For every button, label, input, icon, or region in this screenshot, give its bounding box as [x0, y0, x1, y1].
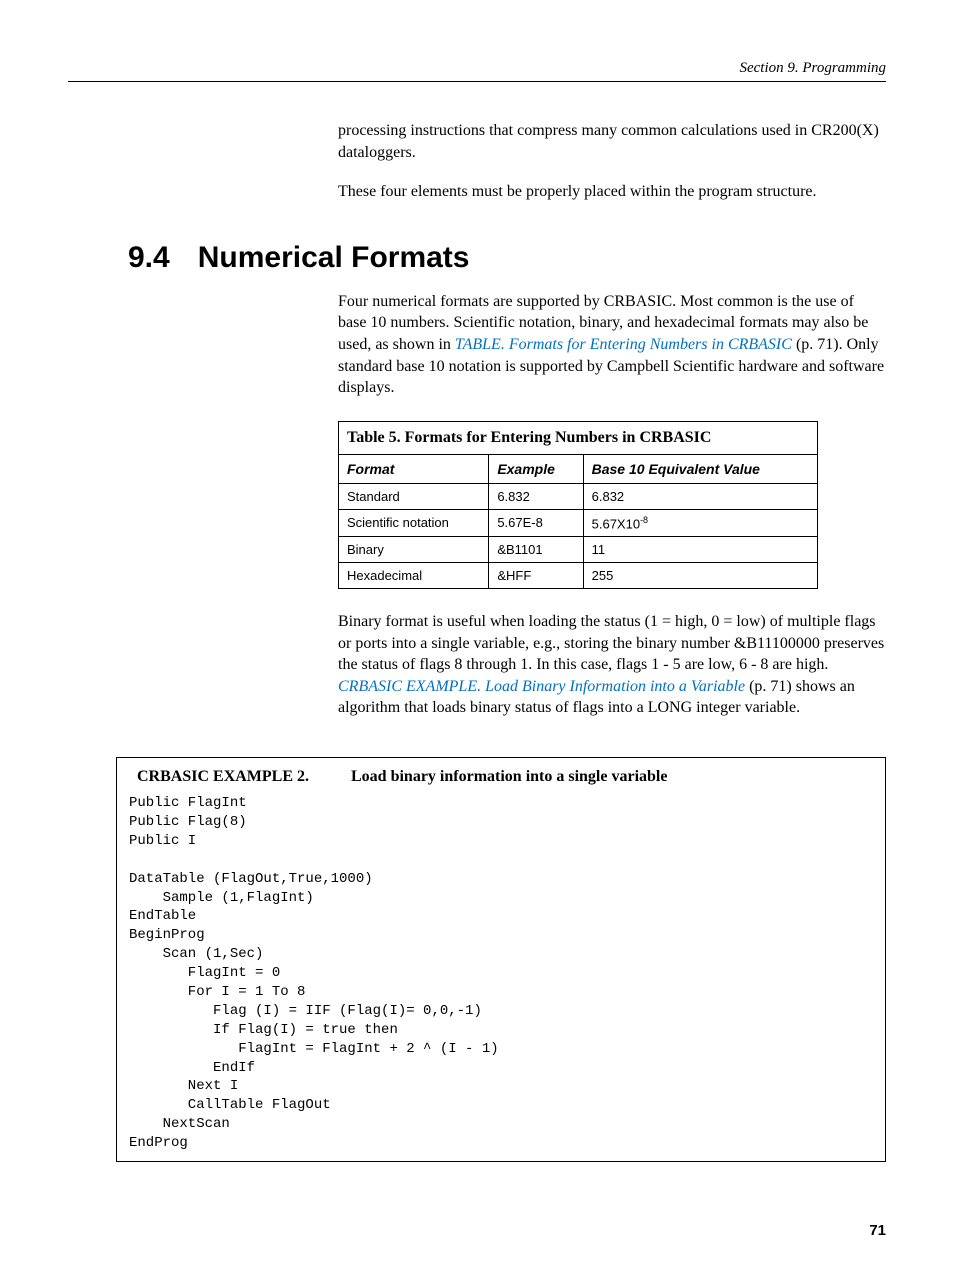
- section-label: Section 9. Programming: [739, 60, 886, 76]
- intro-p2: These four elements must be properly pla…: [338, 181, 886, 203]
- cell-format: Binary: [339, 537, 489, 563]
- col-header-example: Example: [489, 454, 583, 483]
- section-title: Numerical Formats: [198, 241, 470, 274]
- example-label: CRBASIC EXAMPLE 2.: [137, 768, 347, 786]
- section-heading: 9.4 Numerical Formats: [128, 241, 886, 275]
- cell-value-prefix: 5.67X10: [592, 516, 640, 531]
- table-row: Hexadecimal &HFF 255: [339, 563, 818, 589]
- col-header-value: Base 10 Equivalent Value: [583, 454, 817, 483]
- body-paragraph-2: Binary format is useful when loading the…: [338, 611, 886, 719]
- intro-p1: processing instructions that compress ma…: [338, 120, 886, 163]
- cell-value: 5.67X10-8: [583, 509, 817, 536]
- table-row: Scientific notation 5.67E-8 5.67X10-8: [339, 509, 818, 536]
- cell-value: 255: [583, 563, 817, 589]
- col-header-format: Format: [339, 454, 489, 483]
- table-row: Standard 6.832 6.832: [339, 483, 818, 509]
- page-number: 71: [68, 1222, 886, 1239]
- example-title-row: CRBASIC EXAMPLE 2. Load binary informati…: [117, 758, 885, 794]
- example-code: Public FlagInt Public Flag(8) Public I D…: [117, 794, 885, 1161]
- table-row: Binary &B1101 11: [339, 537, 818, 563]
- intro-block: processing instructions that compress ma…: [338, 120, 886, 203]
- table-caption-row: Table 5. Formats for Entering Numbers in…: [339, 421, 818, 454]
- cell-format: Scientific notation: [339, 509, 489, 536]
- example-title: Load binary information into a single va…: [351, 768, 667, 785]
- table-header-row: Format Example Base 10 Equivalent Value: [339, 454, 818, 483]
- page-header: Section 9. Programming: [68, 60, 886, 82]
- cell-example: &B1101: [489, 537, 583, 563]
- cell-value: 11: [583, 537, 817, 563]
- crbasic-example-box: CRBASIC EXAMPLE 2. Load binary informati…: [116, 757, 886, 1162]
- table-reference-link[interactable]: TABLE. Formats for Entering Numbers in C…: [455, 336, 792, 353]
- body-paragraph-1: Four numerical formats are supported by …: [338, 291, 886, 399]
- cell-example: 6.832: [489, 483, 583, 509]
- example-reference-link[interactable]: CRBASIC EXAMPLE. Load Binary Information…: [338, 678, 745, 695]
- cell-format: Hexadecimal: [339, 563, 489, 589]
- cell-value: 6.832: [583, 483, 817, 509]
- cell-example: &HFF: [489, 563, 583, 589]
- section-number: 9.4: [128, 241, 170, 274]
- cell-format: Standard: [339, 483, 489, 509]
- formats-table-wrap: Table 5. Formats for Entering Numbers in…: [338, 421, 886, 589]
- body2-before: Binary format is useful when loading the…: [338, 613, 884, 673]
- formats-table: Table 5. Formats for Entering Numbers in…: [338, 421, 818, 589]
- cell-example: 5.67E-8: [489, 509, 583, 536]
- table-caption: Table 5. Formats for Entering Numbers in…: [339, 421, 818, 454]
- cell-value-exp: -8: [640, 515, 648, 525]
